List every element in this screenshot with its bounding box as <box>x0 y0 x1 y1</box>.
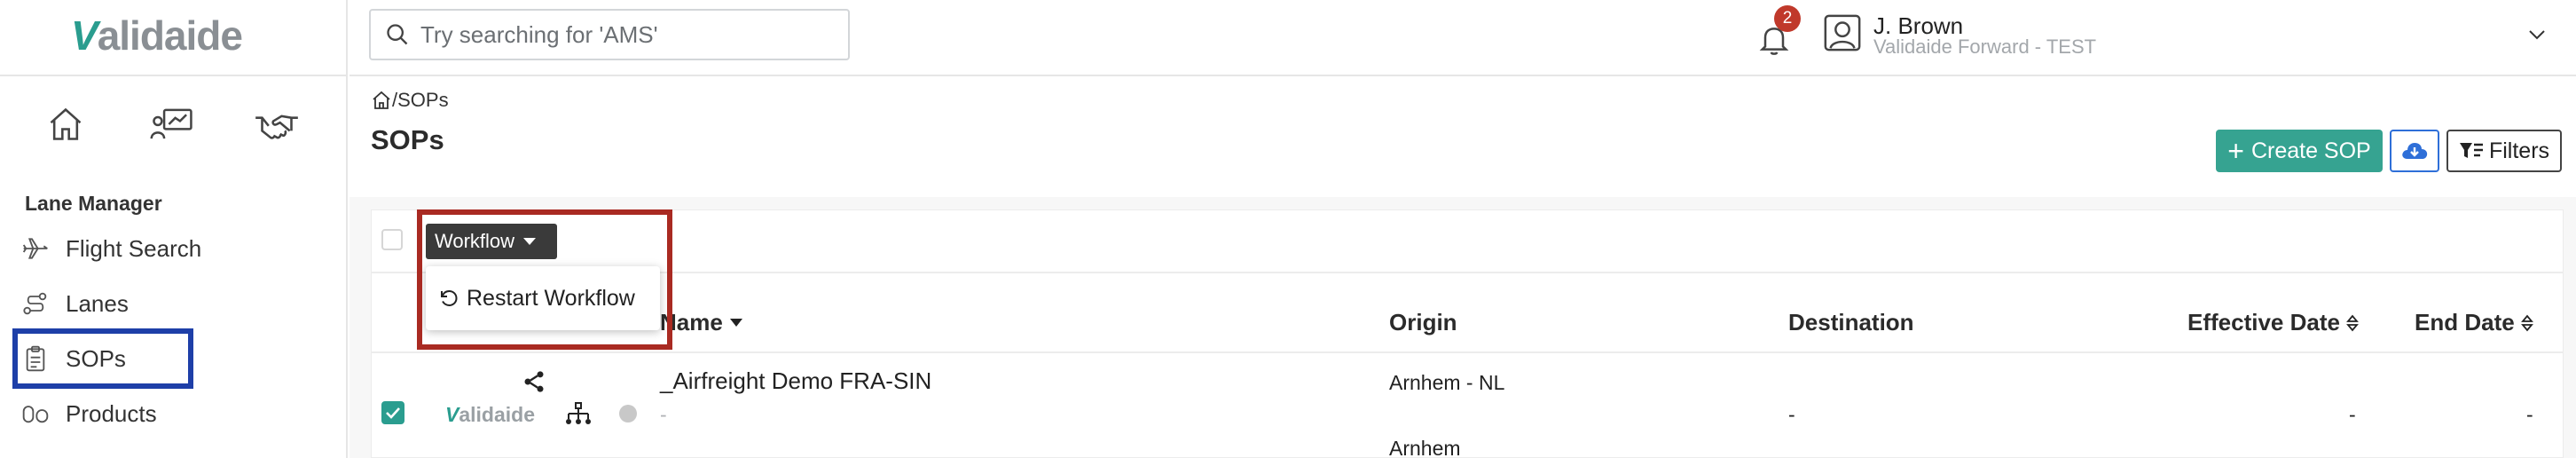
column-header-label: Origin <box>1389 309 1457 336</box>
active-item-highlight <box>12 328 193 389</box>
filter-icon <box>2459 143 2483 158</box>
row-origin: Arnhem - NL <box>1389 371 1505 394</box>
section-title-lane-manager: Lane Manager <box>25 192 162 215</box>
airplane-icon <box>22 238 48 259</box>
sort-icon <box>2346 314 2359 331</box>
app-logo[interactable]: Validaide <box>71 9 243 62</box>
row-effective-date: - <box>2349 403 2356 426</box>
handshake-icon[interactable] <box>252 99 302 149</box>
column-header-label: End Date <box>2415 309 2515 336</box>
create-sop-label: Create SOP <box>2250 138 2371 163</box>
sort-desc-icon <box>729 319 742 327</box>
cloud-download-icon <box>2402 143 2428 159</box>
sidebar-item-label: Flight Search <box>66 234 202 262</box>
analytics-icon[interactable] <box>147 99 197 149</box>
sort-icon <box>2520 314 2533 331</box>
user-menu[interactable] <box>1822 12 1863 53</box>
products-icon <box>22 406 49 423</box>
row-destination: - <box>1788 403 1795 426</box>
user-icon <box>1824 14 1861 51</box>
table-divider <box>371 351 2564 353</box>
home-icon[interactable] <box>371 90 392 111</box>
column-header-destination[interactable]: Destination <box>1788 309 1914 336</box>
sidebar-quick-icons <box>0 99 348 149</box>
sidebar: Validaide Lane Manager Flight Search Lan… <box>0 0 348 458</box>
user-organization: Validaide Forward - TEST <box>1873 36 2097 58</box>
workflow-icon[interactable] <box>564 401 593 428</box>
search-icon <box>387 24 408 45</box>
company-logo: Validaide <box>445 403 535 426</box>
breadcrumb-current[interactable]: /SOPs <box>392 89 449 112</box>
column-header-origin[interactable]: Origin <box>1389 309 1457 336</box>
logo-text: Validaide <box>71 12 243 59</box>
global-search[interactable] <box>369 9 850 60</box>
status-indicator <box>619 405 637 422</box>
row-subtitle: - <box>660 403 667 426</box>
sidebar-item-products[interactable]: Products <box>21 391 157 437</box>
filters-button[interactable]: Filters <box>2446 130 2562 172</box>
row-end-date: - <box>2526 403 2533 426</box>
sidebar-divider <box>0 75 348 76</box>
share-icon[interactable] <box>522 369 546 394</box>
plus-icon: + <box>2227 135 2244 167</box>
table-divider <box>371 272 2564 273</box>
column-header-end-date[interactable]: End Date <box>2415 309 2534 336</box>
row-checkbox[interactable] <box>381 401 404 424</box>
page-title: SOPs <box>371 124 444 155</box>
sidebar-item-flight-search[interactable]: Flight Search <box>21 225 201 272</box>
column-header-label: Effective Date <box>2187 309 2340 336</box>
home-icon[interactable] <box>41 99 90 149</box>
sidebar-item-label: Products <box>66 399 157 427</box>
column-header-effective-date[interactable]: Effective Date <box>2187 309 2360 336</box>
column-header-label: Destination <box>1788 309 1914 336</box>
chevron-down-icon[interactable] <box>2526 27 2548 47</box>
route-icon <box>23 292 47 315</box>
breadcrumb: /SOPs <box>371 89 449 112</box>
create-sop-button[interactable]: + Create SOP <box>2216 130 2383 172</box>
checkmark-icon <box>386 407 400 419</box>
sidebar-item-lanes[interactable]: Lanes <box>21 280 129 327</box>
search-input[interactable] <box>420 20 829 49</box>
filters-label: Filters <box>2488 138 2550 163</box>
select-all-checkbox[interactable] <box>381 229 403 250</box>
notification-count-badge: 2 <box>1774 5 1801 32</box>
download-button[interactable] <box>2390 130 2439 172</box>
workflow-highlight-box <box>417 209 672 350</box>
row-name[interactable]: _Airfreight Demo FRA-SIN <box>660 367 931 395</box>
row-origin-secondary: Arnhem <box>1389 437 1461 458</box>
sidebar-item-label: Lanes <box>66 289 129 317</box>
